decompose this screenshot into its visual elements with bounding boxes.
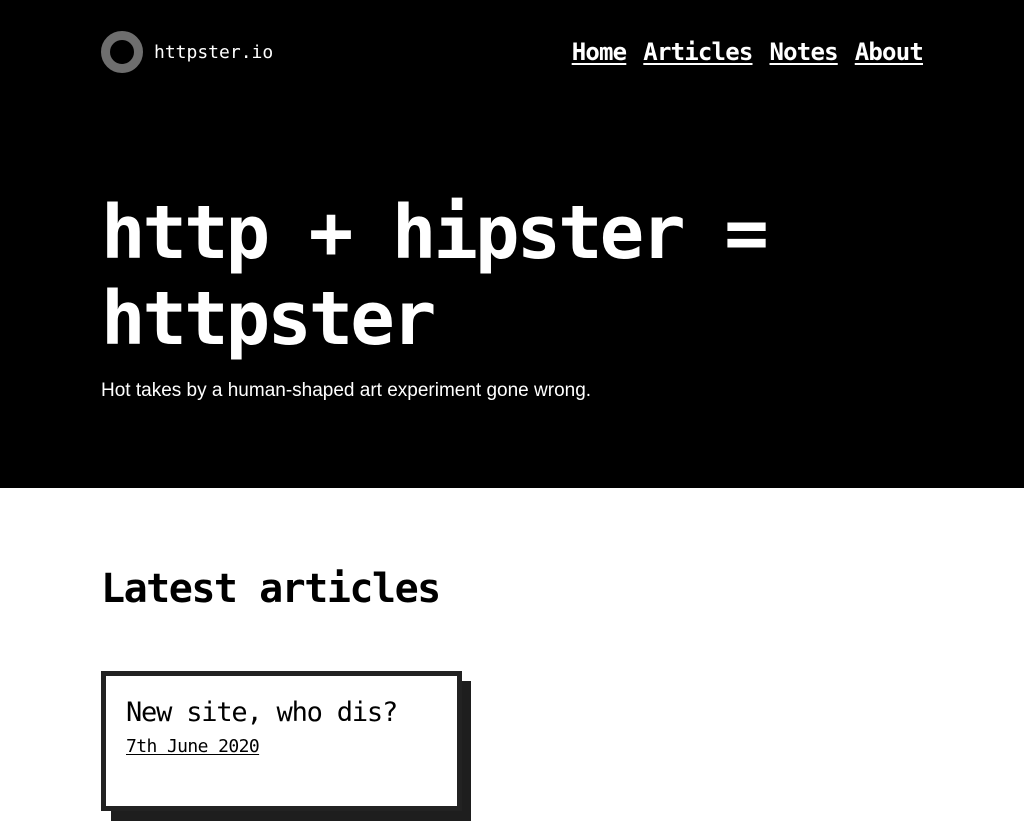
site-header: httpster.io Home Articles Notes About xyxy=(101,31,924,73)
article-card[interactable]: New site, who dis? 7th June 2020 xyxy=(101,671,462,811)
nav-link-notes[interactable]: Notes xyxy=(770,37,839,67)
nav-link-articles[interactable]: Articles xyxy=(643,37,753,67)
site-name: httpster.io xyxy=(154,41,274,63)
main-nav: Home Articles Notes About xyxy=(572,37,924,67)
nav-link-home[interactable]: Home xyxy=(572,37,627,67)
hero-title-line-2: httpster xyxy=(101,276,436,362)
hero-title: http + hipster = httpster xyxy=(101,190,921,362)
article-date[interactable]: 7th June 2020 xyxy=(126,736,260,758)
latest-articles-heading: Latest articles xyxy=(101,566,441,612)
hero-tagline: Hot takes by a human-shaped art experime… xyxy=(101,380,592,401)
article-title-link[interactable]: New site, who dis? xyxy=(126,696,457,730)
ring-logo-icon xyxy=(101,31,143,73)
hero-title-line-1: http + hipster = xyxy=(101,190,769,276)
nav-link-about[interactable]: About xyxy=(855,37,924,67)
hero-section: httpster.io Home Articles Notes About ht… xyxy=(0,0,1024,488)
brand-home-link[interactable]: httpster.io xyxy=(101,31,273,73)
